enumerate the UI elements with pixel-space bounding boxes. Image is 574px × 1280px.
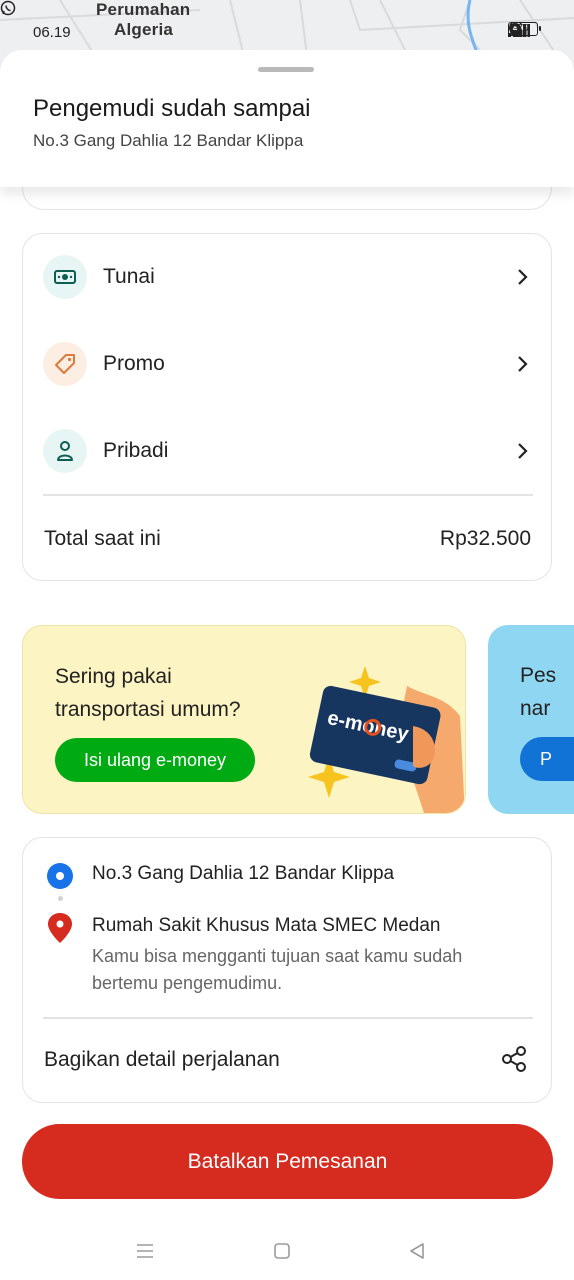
promo-banner-next[interactable]: Pes nar P <box>488 625 574 814</box>
topup-emoney-button[interactable]: Isi ulang e-money <box>55 738 255 782</box>
divider <box>43 1017 533 1019</box>
map-label-line1: Perumahan <box>96 0 191 19</box>
tag-icon <box>43 342 87 386</box>
status-time: 06.19 <box>33 24 71 41</box>
whatsapp-icon <box>0 0 16 16</box>
battery-indicator: 70 <box>508 22 541 36</box>
cash-icon <box>43 255 87 299</box>
destination-pin-icon <box>48 913 72 943</box>
banner-text-line2: transportasi umum? <box>55 698 241 721</box>
share-trip-label[interactable]: Bagikan detail perjalanan <box>44 1048 280 1072</box>
chevron-right-icon <box>513 441 533 461</box>
total-label: Total saat ini <box>44 527 161 550</box>
share-icon[interactable] <box>501 1045 527 1073</box>
profile-row[interactable]: Pribadi <box>43 428 533 474</box>
status-icons: 4G 70 <box>508 22 541 37</box>
system-nav-bar <box>0 1210 574 1280</box>
pickup-location[interactable]: No.3 Gang Dahlia 12 Bandar Klippa <box>92 863 394 885</box>
banner2-text-line1: Pes <box>520 664 557 687</box>
banner2-text-line2: nar <box>520 697 551 720</box>
driver-status-title: Pengemudi sudah sampai <box>33 95 311 122</box>
drag-handle[interactable] <box>258 67 314 72</box>
payment-card: Tunai Promo Pribadi Total saat ini Rp32.… <box>22 233 552 581</box>
home-icon[interactable] <box>271 1240 293 1262</box>
pickup-marker-icon <box>47 863 73 889</box>
destination-note: Kamu bisa mengganti tujuan saat kamu sud… <box>92 946 463 993</box>
banner-text-line1: Sering pakai <box>55 665 172 688</box>
payment-method-row[interactable]: Tunai <box>43 254 533 300</box>
back-icon[interactable] <box>406 1240 428 1262</box>
promo-row[interactable]: Promo <box>43 341 533 387</box>
map-area-label: Perumahan Algeria <box>96 0 190 40</box>
banner-text: Sering pakai transportasi umum? <box>55 660 241 726</box>
destination-location[interactable]: Rumah Sakit Khusus Mata SMEC Medan <box>92 915 441 937</box>
map-label-line2: Algeria <box>114 20 174 39</box>
banner2-text: Pes nar <box>520 659 556 725</box>
route-connector <box>58 896 63 901</box>
person-icon <box>43 429 87 473</box>
bottom-sheet-header[interactable]: Pengemudi sudah sampai No.3 Gang Dahlia … <box>0 50 574 187</box>
chevron-right-icon <box>513 267 533 287</box>
total-value: Rp32.500 <box>439 527 531 550</box>
profile-label: Pribadi <box>103 439 169 462</box>
pickup-address: No.3 Gang Dahlia 12 Bandar Klippa <box>33 131 304 150</box>
cancel-booking-button[interactable]: Batalkan Pemesanan <box>22 1124 553 1199</box>
menu-icon[interactable] <box>134 1240 156 1262</box>
emoney-card-illustration: e-money <box>308 666 465 813</box>
promo-label: Promo <box>103 352 165 375</box>
trip-details-card: No.3 Gang Dahlia 12 Bandar Klippa Rumah … <box>22 837 552 1103</box>
banner2-button[interactable]: P <box>520 737 574 781</box>
payment-method-label: Tunai <box>103 265 155 288</box>
divider <box>43 494 533 496</box>
chevron-right-icon <box>513 354 533 374</box>
promo-banner-emoney[interactable]: Sering pakai transportasi umum? Isi ulan… <box>22 625 466 814</box>
